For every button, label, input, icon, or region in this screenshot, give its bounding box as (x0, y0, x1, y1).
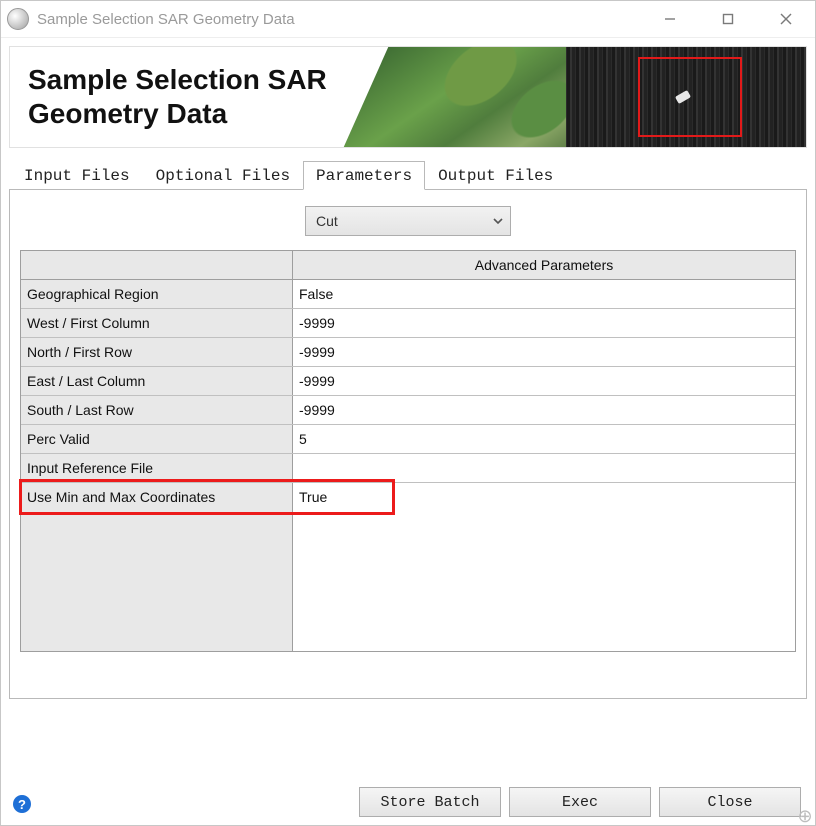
banner-image (426, 47, 806, 147)
param-label: Use Min and Max Coordinates (21, 483, 293, 511)
parameters-table-header: Advanced Parameters (21, 251, 795, 280)
param-value[interactable]: -9999 (293, 367, 795, 395)
window-title: Sample Selection SAR Geometry Data (37, 11, 641, 28)
page-title-line1: Sample Selection SAR (28, 64, 327, 95)
banner-highlight-box (638, 57, 742, 137)
chevron-down-icon (492, 215, 504, 227)
close-button[interactable] (757, 1, 815, 37)
param-value[interactable]: False (293, 280, 795, 308)
help-icon[interactable]: ? (13, 795, 31, 813)
param-label: Input Reference File (21, 454, 293, 482)
param-value[interactable]: -9999 (293, 338, 795, 366)
param-value[interactable] (293, 454, 795, 482)
param-row-use-min-max-coordinates: Use Min and Max Coordinates True (21, 483, 795, 511)
parameters-table-empty (21, 511, 795, 651)
page-title-line2: Geometry Data (28, 98, 227, 129)
app-icon (7, 8, 29, 30)
store-batch-button[interactable]: Store Batch (359, 787, 501, 817)
page-title: Sample Selection SAR Geometry Data (10, 63, 327, 130)
bottom-button-bar: ? Store Batch Exec Close ⊕ (1, 779, 815, 825)
dropdown-wrap: Cut (20, 206, 796, 236)
close-icon (779, 12, 793, 26)
param-row-input-reference-file: Input Reference File (21, 454, 795, 483)
tabs-container: Input Files Optional Files Parameters Ou… (9, 160, 807, 699)
minimize-icon (663, 12, 677, 26)
method-dropdown-value: Cut (316, 213, 338, 229)
param-value[interactable]: -9999 (293, 309, 795, 337)
tab-optional-files[interactable]: Optional Files (143, 161, 303, 189)
param-value[interactable]: 5 (293, 425, 795, 453)
parameters-table-header-label: Advanced Parameters (292, 251, 795, 279)
tab-pane-parameters: Cut Advanced Parameters Geographical Reg… (9, 189, 807, 699)
tabs-bar: Input Files Optional Files Parameters Ou… (9, 160, 807, 189)
param-row-north-first-row: North / First Row -9999 (21, 338, 795, 367)
parameters-table: Advanced Parameters Geographical Region … (20, 250, 796, 652)
method-dropdown[interactable]: Cut (305, 206, 511, 236)
param-label: Geographical Region (21, 280, 293, 308)
param-row-perc-valid: Perc Valid 5 (21, 425, 795, 454)
param-label: West / First Column (21, 309, 293, 337)
param-label: North / First Row (21, 338, 293, 366)
app-window: Sample Selection SAR Geometry Data Sampl… (0, 0, 816, 826)
close-dialog-button[interactable]: Close (659, 787, 801, 817)
resize-plus-icon[interactable]: ⊕ (797, 808, 813, 824)
tab-parameters[interactable]: Parameters (303, 161, 425, 190)
exec-button[interactable]: Exec (509, 787, 651, 817)
tab-input-files[interactable]: Input Files (11, 161, 143, 189)
param-row-east-last-column: East / Last Column -9999 (21, 367, 795, 396)
param-label: Perc Valid (21, 425, 293, 453)
param-row-west-first-column: West / First Column -9999 (21, 309, 795, 338)
maximize-icon (721, 12, 735, 26)
param-value[interactable]: -9999 (293, 396, 795, 424)
maximize-button[interactable] (699, 1, 757, 37)
param-row-geographical-region: Geographical Region False (21, 280, 795, 309)
minimize-button[interactable] (641, 1, 699, 37)
param-label: East / Last Column (21, 367, 293, 395)
param-label: South / Last Row (21, 396, 293, 424)
param-value[interactable]: True (293, 483, 795, 511)
tab-output-files[interactable]: Output Files (425, 161, 566, 189)
header-banner: Sample Selection SAR Geometry Data (9, 46, 807, 148)
titlebar: Sample Selection SAR Geometry Data (1, 1, 815, 38)
window-controls (641, 1, 815, 37)
param-row-south-last-row: South / Last Row -9999 (21, 396, 795, 425)
